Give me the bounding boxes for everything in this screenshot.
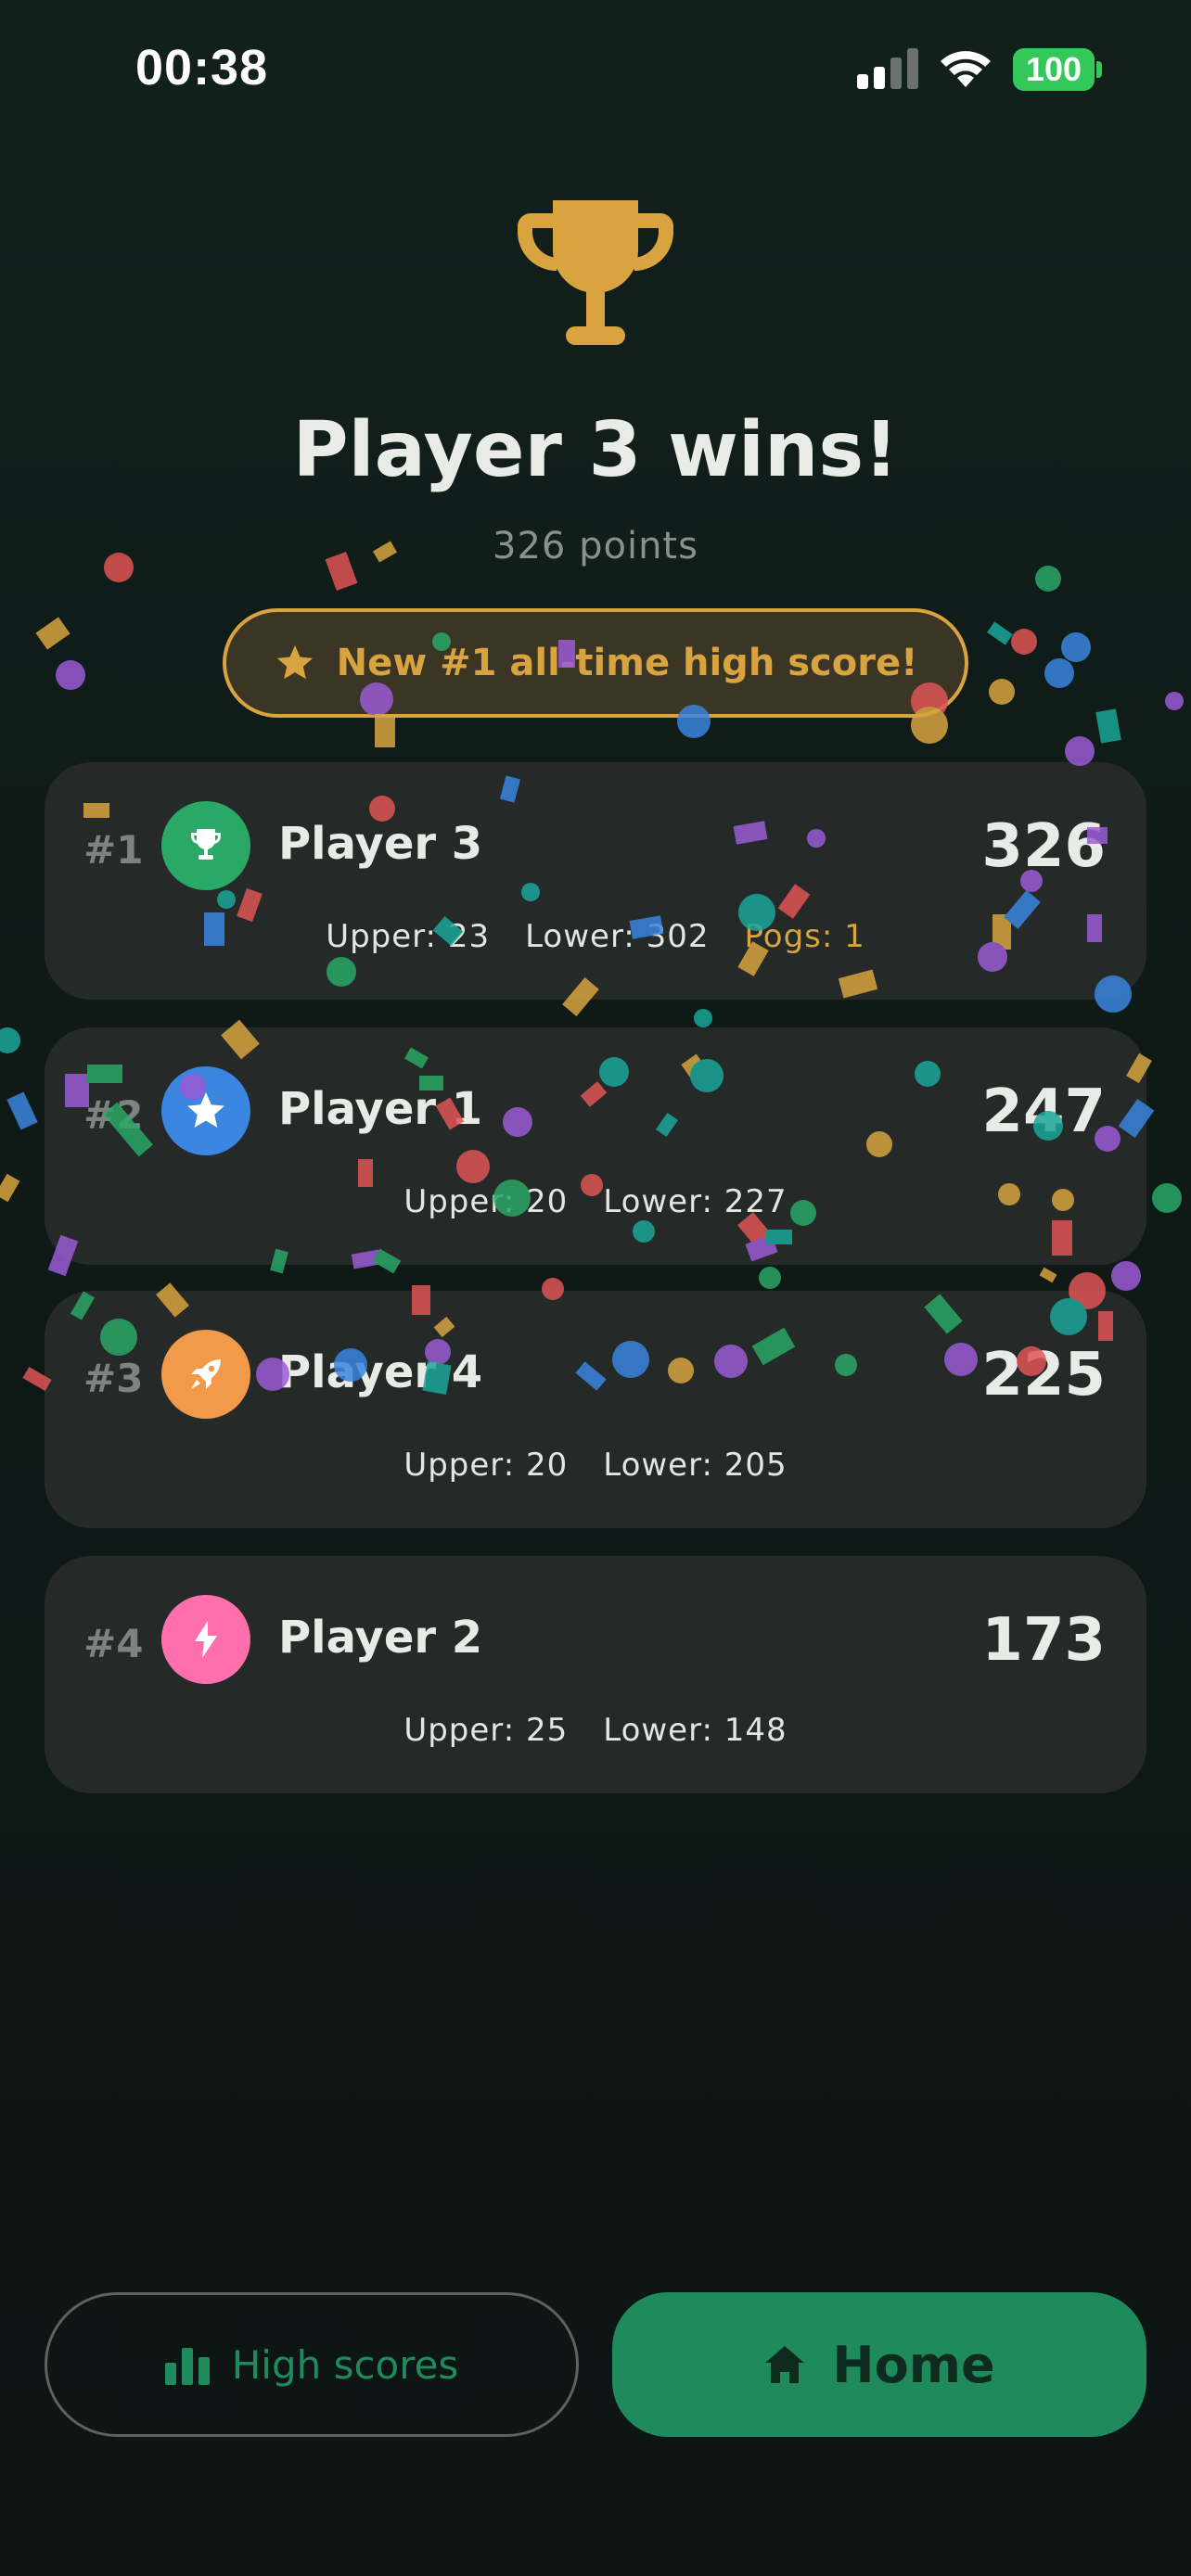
high-scores-button[interactable]: High scores: [45, 2292, 579, 2437]
trophy-icon: [518, 200, 673, 345]
player-card: #4 Player 2 173 Upper: 25 Lower: 148: [45, 1556, 1146, 1793]
wifi-icon: [941, 51, 991, 87]
lower-score: Lower: 302: [525, 918, 710, 955]
status-time: 00:38: [135, 40, 269, 96]
winner-title: Player 3 wins!: [292, 406, 899, 494]
player-avatar: [161, 1595, 250, 1684]
upper-score: Upper: 25: [403, 1712, 569, 1749]
player-card: #1 Player 3 326 Upper: 23 Lower: 302 Pog…: [45, 762, 1146, 1000]
player-score: 173: [981, 1606, 1106, 1675]
bar-chart-icon: [164, 2348, 210, 2385]
pogs-count: Pogs: 1: [744, 918, 865, 955]
star-icon: [187, 1092, 224, 1128]
player-rank: #4: [83, 1621, 144, 1666]
upper-score: Upper: 20: [403, 1447, 569, 1484]
score-breakdown: Upper: 25 Lower: 148: [45, 1712, 1146, 1749]
battery-level: 100: [1025, 50, 1082, 88]
star-icon: [276, 644, 313, 680]
player-avatar: [161, 1330, 250, 1419]
player-name: Player 1: [278, 1083, 483, 1135]
player-score: 225: [981, 1341, 1106, 1409]
upper-score: Upper: 20: [403, 1183, 569, 1220]
high-score-banner-text: New #1 all-time high score!: [336, 642, 918, 684]
battery-cap: [1096, 61, 1102, 78]
score-breakdown: Upper: 20 Lower: 205: [45, 1447, 1146, 1484]
bolt-icon: [195, 1621, 217, 1658]
player-rank: #1: [83, 827, 144, 873]
high-scores-label: High scores: [231, 2341, 459, 2388]
player-name: Player 3: [278, 818, 483, 870]
battery-indicator: 100: [1013, 48, 1095, 91]
player-rank: #2: [83, 1092, 144, 1138]
player-card: #2 Player 1 247 Upper: 20 Lower: 227: [45, 1027, 1146, 1265]
player-avatar: [161, 1066, 250, 1155]
player-score: 326: [981, 812, 1106, 881]
score-breakdown: Upper: 20 Lower: 227: [45, 1183, 1146, 1220]
score-breakdown: Upper: 23 Lower: 302 Pogs: 1: [45, 918, 1146, 955]
player-name: Player 4: [278, 1346, 483, 1398]
player-score: 247: [981, 1078, 1106, 1146]
winner-points: 326 points: [493, 525, 698, 567]
lower-score: Lower: 205: [603, 1447, 788, 1484]
home-label: Home: [832, 2335, 995, 2394]
lower-score: Lower: 148: [603, 1712, 788, 1749]
high-score-banner: New #1 all-time high score!: [223, 608, 968, 718]
home-icon: [765, 2346, 805, 2383]
cellular-signal-icon: [857, 48, 918, 89]
trophy-icon: [191, 829, 221, 860]
status-bar: 00:38 100: [0, 0, 1191, 139]
upper-score: Upper: 23: [326, 918, 491, 955]
player-card: #3 Player 4 225 Upper: 20 Lower: 205: [45, 1291, 1146, 1528]
player-rank: #3: [83, 1356, 144, 1401]
player-avatar: [161, 801, 250, 890]
lower-score: Lower: 227: [603, 1183, 788, 1220]
home-button[interactable]: Home: [612, 2292, 1146, 2437]
rocket-icon: [191, 1359, 221, 1389]
player-name: Player 2: [278, 1612, 483, 1664]
